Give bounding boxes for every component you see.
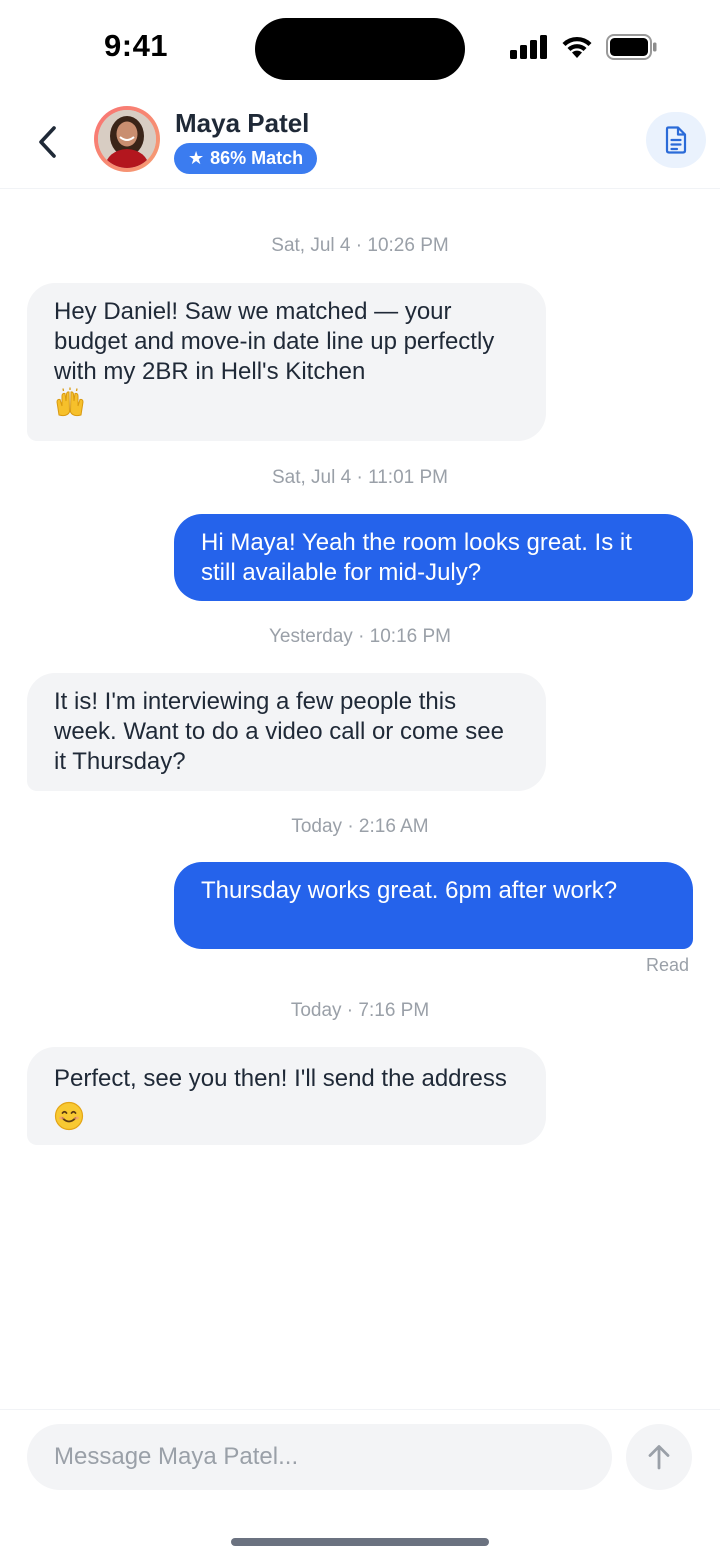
message-text: It is! I'm interviewing a few people thi… bbox=[54, 688, 504, 775]
document-icon bbox=[665, 126, 687, 154]
document-button[interactable] bbox=[646, 112, 706, 168]
match-badge-label: 86% Match bbox=[210, 148, 304, 168]
message-bubble-incoming[interactable]: Hey Daniel! Saw we matched — your budget… bbox=[27, 283, 546, 441]
message-text: Perfect, see you then! I'll send the add… bbox=[54, 1065, 507, 1092]
chat-screen: 9:41 Maya Patel ★ 86% Match Sat, Jul 4 ·… bbox=[0, 0, 720, 1560]
status-time: 9:41 bbox=[104, 28, 169, 63]
message-text: Hi Maya! Yeah the room looks great. Is i… bbox=[201, 529, 632, 586]
contact-name[interactable]: Maya Patel bbox=[175, 108, 309, 139]
dynamic-island bbox=[255, 18, 465, 80]
message-text: Hey Daniel! Saw we matched — your budget… bbox=[54, 298, 495, 385]
smiling-face-emoji-icon bbox=[54, 1101, 84, 1130]
back-button[interactable] bbox=[28, 118, 68, 166]
message-bubble-outgoing[interactable]: Hi Maya! Yeah the room looks great. Is i… bbox=[174, 514, 693, 601]
raised-hands-emoji-icon bbox=[56, 387, 84, 417]
message-timestamp: Today · 7:16 PM bbox=[290, 1000, 430, 1021]
message-bubble-outgoing[interactable]: Thursday works great. 6pm after work? bbox=[174, 862, 693, 949]
message-timestamp: Yesterday · 10:16 PM bbox=[268, 626, 451, 647]
send-button[interactable] bbox=[626, 1424, 692, 1490]
avatar-photo bbox=[98, 110, 156, 168]
message-timestamp: Sat, Jul 4 · 11:01 PM bbox=[271, 467, 448, 488]
match-badge: ★ 86% Match bbox=[174, 143, 318, 174]
back-chevron-icon bbox=[39, 126, 56, 158]
home-indicator bbox=[231, 1538, 489, 1546]
message-timestamp: Today · 2:16 AM bbox=[291, 816, 429, 837]
message-timestamp: Sat, Jul 4 · 10:26 PM bbox=[271, 235, 449, 256]
message-bubble-incoming[interactable]: It is! I'm interviewing a few people thi… bbox=[27, 673, 546, 791]
composer bbox=[0, 1409, 720, 1560]
avatar[interactable] bbox=[94, 106, 160, 172]
status-icons bbox=[510, 34, 658, 60]
read-receipt: Read bbox=[645, 955, 689, 975]
status-bar: 9:41 bbox=[0, 0, 720, 96]
wifi-icon bbox=[562, 36, 592, 58]
signal-icon bbox=[510, 35, 547, 59]
arrow-up-icon bbox=[648, 1445, 670, 1470]
message-bubble-incoming[interactable]: Perfect, see you then! I'll send the add… bbox=[27, 1047, 546, 1145]
message-input[interactable] bbox=[27, 1424, 612, 1490]
chat-header: Maya Patel ★ 86% Match bbox=[0, 96, 720, 189]
message-text: Thursday works great. 6pm after work? bbox=[201, 877, 618, 904]
star-icon: ★ bbox=[188, 148, 205, 168]
message-list[interactable]: Sat, Jul 4 · 10:26 PM Hey Daniel! Saw we… bbox=[0, 189, 720, 1409]
battery-icon bbox=[606, 34, 657, 60]
